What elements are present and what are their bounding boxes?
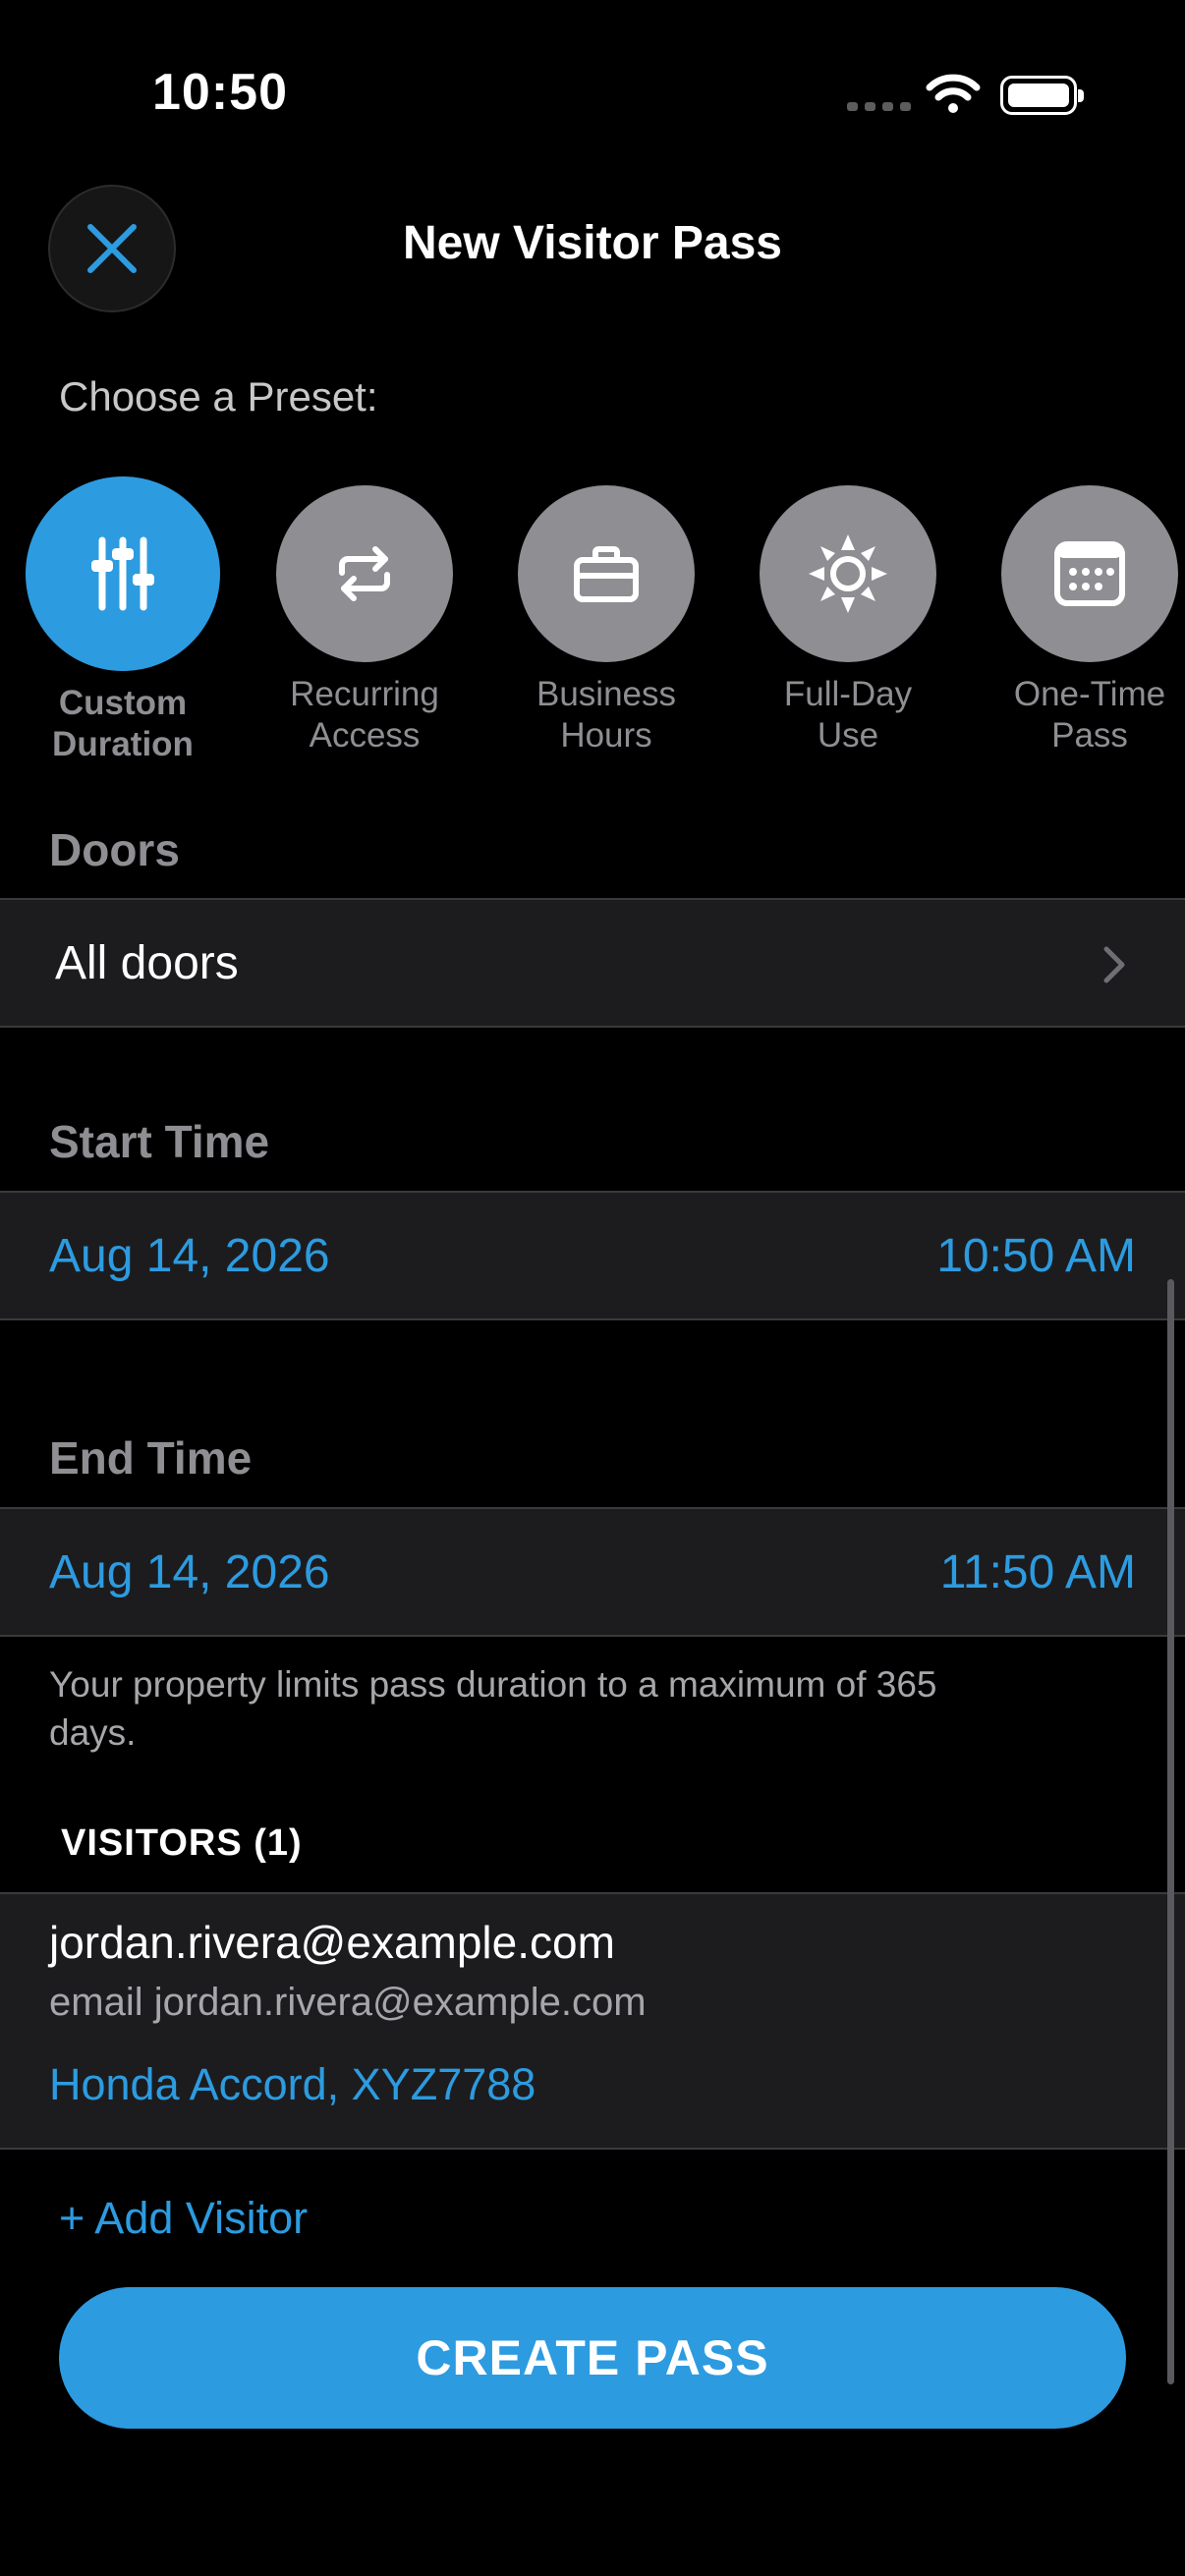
preset-circle	[1001, 485, 1178, 662]
battery-icon	[1000, 76, 1084, 115]
page-title: New Visitor Pass	[403, 217, 782, 269]
visitor-vehicle[interactable]: Honda Accord, XYZ7788	[49, 2059, 536, 2110]
start-time[interactable]: 10:50 AM	[936, 1229, 1136, 1283]
preset-label-line2: Pass	[1051, 716, 1128, 755]
sliders-icon	[91, 536, 154, 611]
add-visitor-button[interactable]: + Add Visitor	[59, 2193, 308, 2244]
repeat-icon	[339, 546, 390, 601]
preset-label-line1: Full-Day	[783, 675, 913, 713]
start-date[interactable]: Aug 14, 2026	[49, 1229, 330, 1283]
preset-circle	[276, 485, 453, 662]
create-pass-button[interactable]: CREATE PASS	[59, 2287, 1126, 2429]
end-time-section-label: End Time	[49, 1432, 253, 1484]
preset-label-line2: Duration	[52, 725, 194, 763]
calendar-icon	[1054, 541, 1125, 606]
preset-section-label: Choose a Preset:	[59, 373, 378, 420]
preset-label-line2: Use	[817, 716, 879, 755]
doors-section-label: Doors	[49, 824, 180, 875]
end-time-row[interactable]: Aug 14, 2026 11:50 AM	[0, 1507, 1185, 1637]
preset-custom-duration[interactable]: Custom Duration	[10, 476, 236, 765]
briefcase-icon	[574, 546, 639, 602]
visitor-email-label: email	[49, 1981, 143, 2024]
visitor-name: jordan.rivera@example.com	[49, 1917, 615, 1968]
preset-label-line1: Custom	[58, 684, 188, 722]
preset-circle	[518, 485, 695, 662]
preset-one-time-pass[interactable]: One-Time Pass	[977, 476, 1185, 756]
status-time: 10:50	[152, 64, 288, 121]
preset-label-line1: Business	[536, 675, 677, 713]
preset-label-line2: Hours	[560, 716, 652, 755]
preset-full-day-use[interactable]: Full-Day Use	[735, 476, 961, 756]
wifi-icon	[926, 74, 981, 113]
scrollbar[interactable]	[1167, 1279, 1174, 2384]
preset-label-line2: Access	[309, 716, 421, 755]
preset-label-line1: Recurring	[290, 675, 439, 713]
doors-value: All doors	[55, 937, 239, 989]
preset-recurring-access[interactable]: Recurring Access	[252, 476, 478, 756]
cellular-signal-icon	[847, 102, 911, 111]
preset-business-hours[interactable]: Business Hours	[493, 476, 719, 756]
preset-circle	[26, 476, 220, 671]
preset-label-line1: One-Time	[1013, 675, 1166, 713]
end-date[interactable]: Aug 14, 2026	[49, 1545, 330, 1599]
preset-circle	[760, 485, 936, 662]
doors-row[interactable]: All doors	[0, 898, 1185, 1028]
start-time-section-label: Start Time	[49, 1116, 270, 1167]
visitor-email: jordan.rivera@example.com	[153, 1981, 647, 2024]
end-time[interactable]: 11:50 AM	[940, 1545, 1136, 1599]
chevron-right-icon	[1103, 946, 1125, 983]
visitors-section-header: VISITORS (1)	[61, 1822, 303, 1864]
duration-limit-note: Your property limits pass duration to a …	[49, 1664, 937, 1753]
start-time-row[interactable]: Aug 14, 2026 10:50 AM	[0, 1191, 1185, 1320]
visitor-email-line: email jordan.rivera@example.com	[49, 1981, 647, 2025]
sun-icon	[809, 534, 887, 613]
visitor-row[interactable]: jordan.rivera@example.com email jordan.r…	[0, 1892, 1185, 2150]
